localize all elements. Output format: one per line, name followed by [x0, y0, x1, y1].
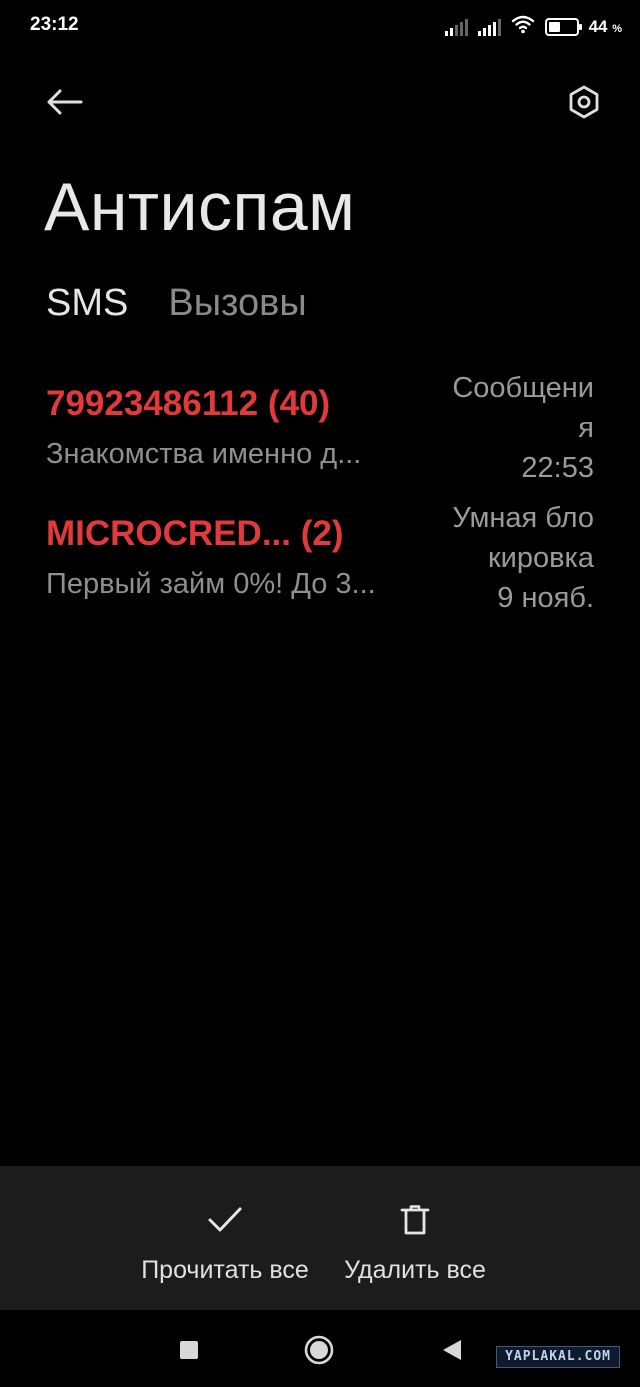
- recents-button[interactable]: [173, 1334, 205, 1366]
- delete-all-label: Удалить все: [344, 1256, 486, 1284]
- home-button[interactable]: [303, 1334, 335, 1366]
- message-sender: MICROCRED... (2): [46, 514, 344, 553]
- tab-sms[interactable]: SMS: [46, 282, 128, 325]
- delete-all-button[interactable]: Удалить все: [320, 1166, 510, 1310]
- message-time: 9 нояб.: [497, 582, 594, 614]
- status-time: 23:12: [30, 14, 79, 35]
- message-item[interactable]: 79923486112 (40) Знакомства именно д... …: [0, 362, 640, 492]
- battery-fill: [548, 21, 560, 32]
- tab-bar: SMS Вызовы: [46, 282, 307, 325]
- read-all-button[interactable]: Прочитать все: [130, 1166, 320, 1310]
- message-preview: Первый займ 0%! До 3...: [46, 568, 376, 600]
- signal-icon: [477, 18, 501, 36]
- message-time: 22:53: [521, 452, 594, 484]
- message-sender: 79923486112 (40): [46, 384, 331, 423]
- back-button[interactable]: [40, 82, 88, 122]
- message-list: 79923486112 (40) Знакомства именно д... …: [0, 362, 640, 622]
- back-arrow-icon: [47, 89, 83, 115]
- action-bar: Прочитать все Удалить все: [0, 1166, 640, 1310]
- watermark: YAPLAKAL.COM: [496, 1346, 620, 1368]
- checkmark-icon: [205, 1200, 245, 1240]
- status-bar: 23:12 44 %: [0, 0, 640, 56]
- message-category-cont: я: [578, 412, 594, 444]
- page-title: Антиспам: [44, 169, 356, 245]
- status-icons: 44 %: [444, 14, 622, 39]
- battery-percent: 44 %: [588, 16, 622, 36]
- home-circle-icon: [304, 1335, 334, 1365]
- trash-icon: [395, 1200, 435, 1240]
- tab-calls[interactable]: Вызовы: [168, 282, 306, 325]
- message-meta: Умная бло кировка 9 нояб.: [414, 498, 594, 618]
- message-meta: Сообщени я 22:53: [414, 368, 594, 488]
- back-triangle-icon: [443, 1340, 461, 1360]
- back-nav-button[interactable]: [436, 1334, 468, 1366]
- settings-button[interactable]: [564, 82, 604, 122]
- wifi-icon: [511, 14, 535, 39]
- settings-gear-icon: [569, 85, 599, 119]
- battery-icon: [544, 17, 582, 36]
- message-item[interactable]: MICROCRED... (2) Первый займ 0%! До 3...…: [0, 492, 640, 622]
- signal-icon: [444, 18, 468, 36]
- message-category: Умная бло: [452, 502, 594, 534]
- message-category-cont: кировка: [487, 542, 594, 574]
- toolbar: [0, 70, 640, 136]
- recents-square-icon: [180, 1341, 198, 1359]
- message-category: Сообщени: [452, 372, 594, 404]
- message-preview: Знакомства именно д...: [46, 438, 362, 470]
- read-all-label: Прочитать все: [141, 1256, 309, 1284]
